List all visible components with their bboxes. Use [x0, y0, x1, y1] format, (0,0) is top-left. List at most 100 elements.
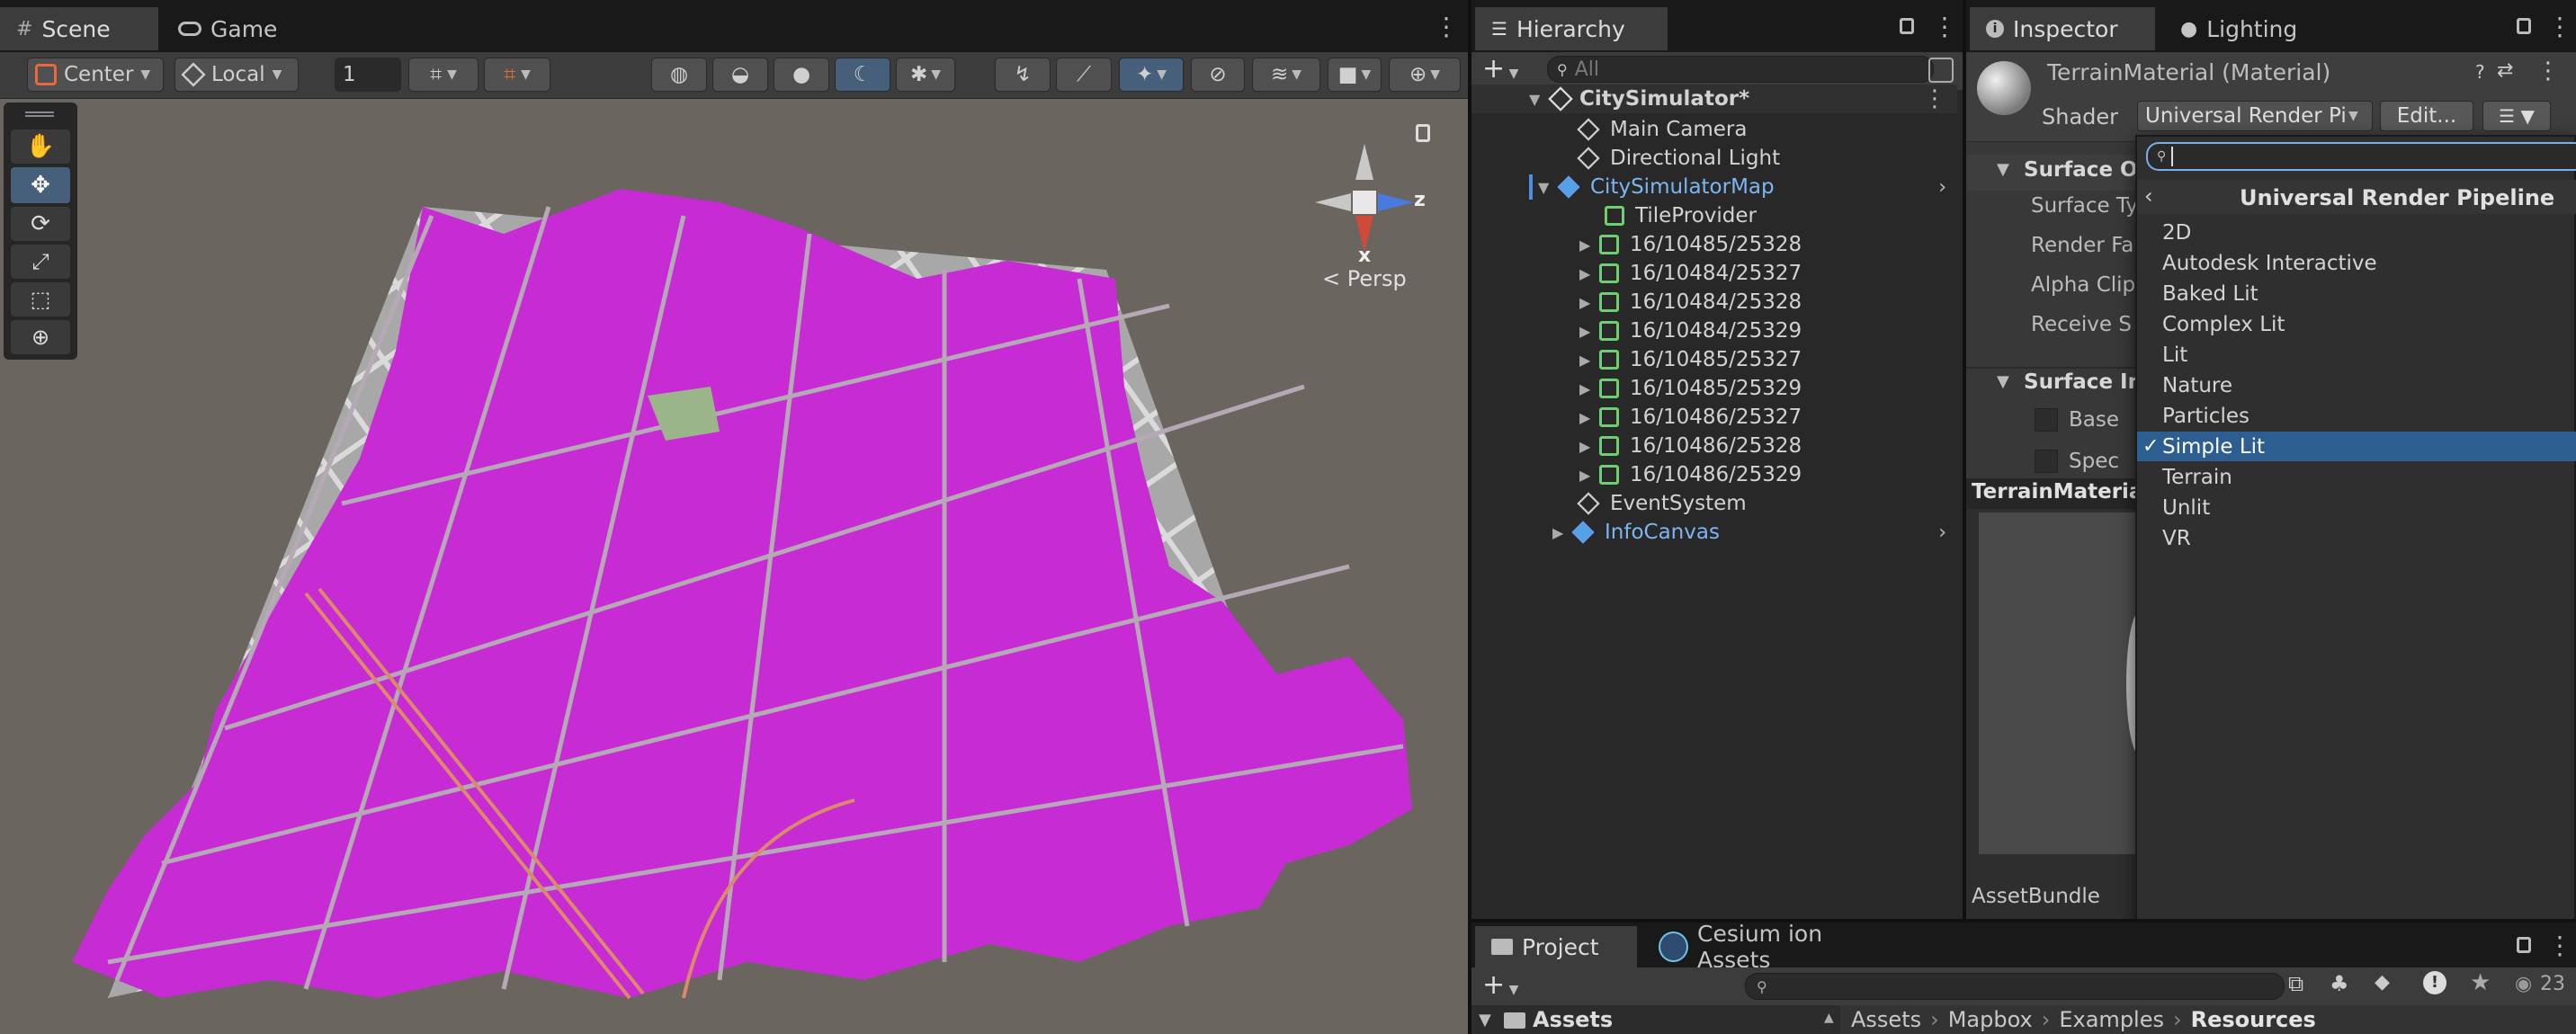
collapsed-arrow-icon[interactable]: ▶	[1579, 467, 1599, 484]
breadcrumb-item[interactable]: Assets	[1851, 1007, 1921, 1032]
tree-item[interactable]: ▶ 16/10484/25327	[1471, 259, 1957, 288]
breadcrumb-item[interactable]: Mapbox	[1948, 1007, 2033, 1032]
shaded-button[interactable]: ●	[774, 58, 829, 92]
menu-item-baked-lit[interactable]: Baked Lit	[2137, 279, 2576, 308]
tree-item[interactable]: Main Camera	[1471, 115, 1957, 144]
tree-item[interactable]: ▶ 16/10484/25328	[1471, 288, 1957, 316]
project-create-button[interactable]: + ▼	[1482, 969, 1533, 1002]
tree-item[interactable]: ▶ 16/10485/25329	[1471, 374, 1957, 403]
tab-scene[interactable]: # Scene	[0, 7, 158, 50]
lock-icon[interactable]	[2517, 937, 2531, 953]
lighting-toggle-button[interactable]: ⟋	[1056, 58, 1112, 92]
debug-draw-mode-button[interactable]: ✱ ▼	[896, 58, 955, 92]
tree-item-scene-root[interactable]: ▼ CitySimulator* ⋮	[1471, 85, 1957, 113]
shader-options-button[interactable]: ☰ ▼	[2482, 101, 2551, 131]
palette-drag-handle[interactable]	[25, 111, 54, 117]
rect-tool-button[interactable]: ⬚	[11, 282, 70, 316]
edit-shader-button[interactable]: Edit...	[2380, 101, 2473, 131]
scene-viewport[interactable]: z x < Persp	[0, 99, 1468, 1034]
wireframe-button[interactable]: ◍	[651, 58, 707, 92]
shader-dropdown[interactable]: Universal Render Pip ▼	[2137, 101, 2373, 131]
create-add-button[interactable]: + ▼	[1482, 56, 1527, 86]
transform-tool-button[interactable]: ⊕	[11, 320, 70, 354]
menu-item-complex-lit[interactable]: Complex Lit	[2137, 309, 2576, 339]
search-options-icon[interactable]	[1928, 58, 1954, 83]
expand-arrow-icon[interactable]: ▼	[1538, 179, 1558, 196]
component-more-icon[interactable]: ⋮	[2536, 58, 2560, 85]
expand-arrow-icon[interactable]: ▼	[1479, 1011, 1491, 1030]
tree-item-prefab[interactable]: ▶ InfoCanvas ›	[1471, 518, 1957, 547]
menu-item-particles[interactable]: Particles	[2137, 401, 2576, 431]
collapsed-arrow-icon[interactable]: ▶	[1579, 438, 1599, 455]
collapsed-arrow-icon[interactable]: ▶	[1552, 524, 1572, 541]
base-map-slot[interactable]	[2035, 408, 2058, 432]
project-search-input[interactable]: ⚲	[1745, 973, 2285, 1000]
lock-view-icon[interactable]	[1416, 124, 1430, 142]
collapsed-arrow-icon[interactable]: ▶	[1579, 352, 1599, 369]
tab-inspector[interactable]: i Inspector	[1970, 7, 2155, 50]
view-orientation-gizmo[interactable]: z x	[1306, 144, 1426, 267]
menu-item-autodesk-interactive[interactable]: Autodesk Interactive	[2137, 248, 2576, 278]
tree-item[interactable]: ▶ 16/10485/25327	[1471, 345, 1957, 374]
collapsed-arrow-icon[interactable]: ▶	[1579, 380, 1599, 397]
error-filter-icon[interactable]: !	[2423, 971, 2446, 994]
collapsed-arrow-icon[interactable]: ▶	[1579, 265, 1599, 282]
pivot-dropdown[interactable]: Center ▼	[27, 58, 164, 92]
tab-hierarchy[interactable]: ☰ Hierarchy	[1475, 7, 1668, 50]
menu-item-unlit[interactable]: Unlit	[2137, 493, 2576, 522]
menu-item-2d[interactable]: 2D	[2137, 218, 2576, 247]
lock-icon[interactable]	[1900, 18, 1914, 34]
splitter-handle[interactable]: ▲	[1824, 1011, 1834, 1025]
tree-item[interactable]: ▶ 16/10485/25328	[1471, 230, 1957, 259]
project-more-icon[interactable]: ⋮	[2547, 931, 2572, 964]
collapsed-arrow-icon[interactable]: ▶	[1579, 409, 1599, 426]
persp-label[interactable]: < Persp	[1322, 266, 1407, 291]
tree-item[interactable]: ▶ 16/10484/25329	[1471, 316, 1957, 345]
tree-item[interactable]: ▶ 16/10486/25327	[1471, 403, 1957, 432]
grid-snap-button[interactable]: ⌗ ▼	[408, 58, 479, 92]
favorite-star-icon[interactable]: ★	[2470, 969, 2491, 996]
increment-snap-button[interactable]: ⌗ ▼	[484, 58, 550, 92]
breadcrumb-item-current[interactable]: Resources	[2191, 1007, 2316, 1032]
scene-more-icon[interactable]: ⋮	[1434, 13, 1459, 45]
unlit-button[interactable]: ☾	[835, 58, 890, 92]
gizmos-button[interactable]: ⊕ ▼	[1389, 58, 1461, 92]
filter-by-label-icon[interactable]: ◆	[2375, 971, 2390, 994]
tree-item[interactable]: ▶ 16/10486/25328	[1471, 432, 1957, 460]
inspector-more-icon[interactable]: ⋮	[2547, 13, 2572, 45]
tree-item[interactable]: EventSystem	[1471, 489, 1957, 518]
tree-item[interactable]: Directional Light	[1471, 144, 1957, 173]
hand-tool-button[interactable]: ✋	[11, 129, 70, 164]
tree-item[interactable]: TileProvider	[1471, 201, 1957, 230]
help-icon[interactable]: ?	[2475, 61, 2485, 83]
expand-arrow-icon[interactable]: ▼	[1997, 160, 2009, 179]
menu-item-vr[interactable]: VR	[2137, 523, 2576, 553]
back-arrow-icon[interactable]: ‹	[2144, 183, 2153, 209]
chevron-right-icon[interactable]: ›	[1938, 521, 1946, 544]
menu-item-simple-lit[interactable]: ✓ Simple Lit	[2137, 432, 2576, 461]
collapsed-arrow-icon[interactable]: ▶	[1579, 294, 1599, 311]
assets-folder-label[interactable]: Assets	[1533, 1007, 1613, 1032]
2d-toggle-button[interactable]: ↯	[995, 58, 1051, 92]
shader-search-input[interactable]: ⚲	[2146, 142, 2576, 171]
scene-more-icon[interactable]: ⋮	[1923, 85, 1946, 112]
tree-item-prefab[interactable]: ▼ CitySimulatorMap ›	[1471, 173, 1957, 201]
menu-item-lit[interactable]: Lit	[2137, 340, 2576, 370]
expand-arrow-icon[interactable]: ▼	[1997, 372, 2009, 391]
tab-lighting[interactable]: ● Lighting	[2164, 7, 2353, 50]
scene-visibility-button[interactable]: ⊘	[1191, 58, 1245, 92]
camera-button[interactable]: ■ ▼	[1328, 58, 1382, 92]
layers-button[interactable]: ≋ ▼	[1252, 58, 1320, 92]
menu-item-terrain[interactable]: Terrain	[2137, 462, 2576, 492]
tab-project[interactable]: Project	[1475, 926, 1637, 967]
move-tool-button[interactable]: ✥	[11, 167, 70, 203]
rotate-tool-button[interactable]: ⟳	[11, 207, 70, 241]
search-scope-icon[interactable]: ⧉	[2288, 971, 2303, 996]
audio-effects-button[interactable]: ✦ ▼	[1119, 58, 1184, 92]
chevron-right-icon[interactable]: ›	[1938, 176, 1946, 199]
collapsed-arrow-icon[interactable]: ▶	[1579, 323, 1599, 340]
filter-by-type-icon[interactable]: ♣	[2330, 971, 2349, 996]
menu-item-nature[interactable]: Nature	[2137, 370, 2576, 400]
scale-tool-button[interactable]: ⤢	[11, 245, 70, 279]
preset-icon[interactable]: ⇄	[2497, 59, 2513, 82]
